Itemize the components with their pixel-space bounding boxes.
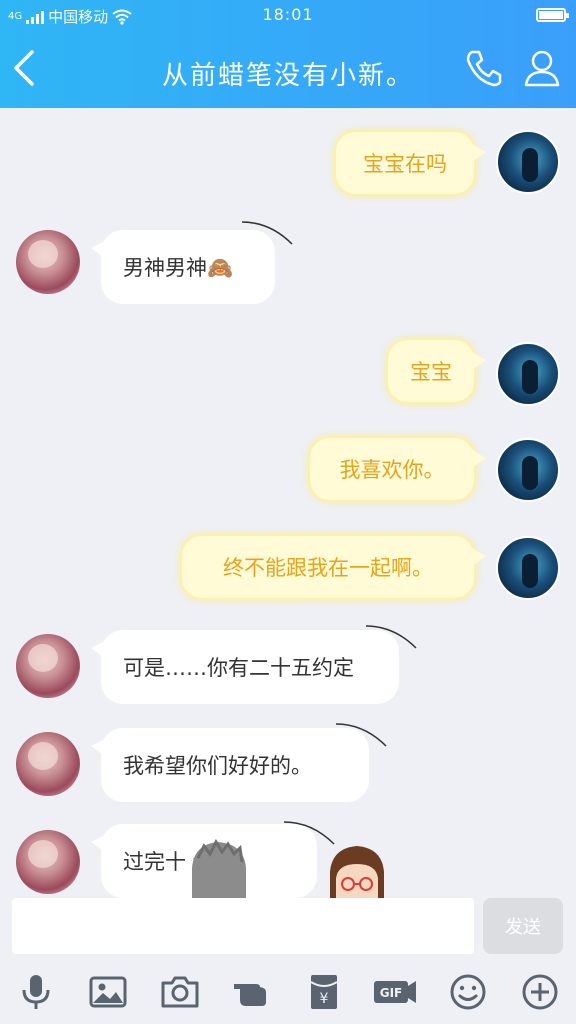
camera-icon[interactable] <box>160 972 200 1012</box>
message-bubble-incoming[interactable]: 我希望你们好好的。 <box>91 728 369 802</box>
svg-text:GIF: GIF <box>380 986 403 1000</box>
my-avatar[interactable] <box>496 130 560 194</box>
emoji-icon[interactable] <box>448 972 488 1012</box>
message-bubble-outgoing[interactable]: 宝宝在吗 <box>334 130 486 196</box>
battery-icon <box>536 8 569 22</box>
bubble-swirl-decoration <box>365 625 417 649</box>
clock: 18:01 <box>262 5 314 24</box>
message-list[interactable]: 宝宝在吗 男神男神🙈 宝宝 我喜欢你。 终不能跟我在一起啊。 可是……你有二十五… <box>0 108 576 898</box>
input-toolbar: ¥ GIF <box>0 962 576 1024</box>
svg-text:¥: ¥ <box>320 991 329 1007</box>
bubble-swirl-decoration <box>335 723 387 747</box>
message-bubble-outgoing[interactable]: 我喜欢你。 <box>308 436 486 502</box>
plus-icon[interactable] <box>520 972 560 1012</box>
my-avatar[interactable] <box>496 438 560 502</box>
message-input[interactable] <box>12 898 474 954</box>
contact-avatar[interactable] <box>16 732 80 796</box>
profile-icon[interactable] <box>522 48 562 88</box>
bubble-swirl-decoration <box>241 221 293 245</box>
contact-avatar[interactable] <box>16 634 80 698</box>
status-bar: 4G 中国移动 18:01 <box>0 0 576 30</box>
boy-with-glasses-sticker <box>330 846 384 898</box>
pointing-hand-icon[interactable] <box>232 972 272 1012</box>
contact-avatar[interactable] <box>16 230 80 294</box>
image-icon[interactable] <box>88 972 128 1012</box>
composer: 发送 <box>0 898 576 958</box>
my-avatar[interactable] <box>496 342 560 406</box>
my-avatar[interactable] <box>496 536 560 600</box>
gif-icon[interactable]: GIF <box>372 972 418 1012</box>
gray-hair-sticker <box>192 838 246 898</box>
message-bubble-incoming[interactable]: 可是……你有二十五约定 <box>91 630 399 704</box>
message-bubble-outgoing[interactable]: 宝宝 <box>386 338 486 404</box>
send-button[interactable]: 发送 <box>483 898 563 954</box>
microphone-icon[interactable] <box>16 972 56 1012</box>
message-bubble-outgoing[interactable]: 终不能跟我在一起啊。 <box>180 534 486 600</box>
contact-avatar[interactable] <box>16 830 80 894</box>
chat-header: 4G 中国移动 18:01 从前蜡笔没有小新。 <box>0 0 576 108</box>
red-packet-icon[interactable]: ¥ <box>304 972 344 1012</box>
phone-icon[interactable] <box>464 48 504 88</box>
